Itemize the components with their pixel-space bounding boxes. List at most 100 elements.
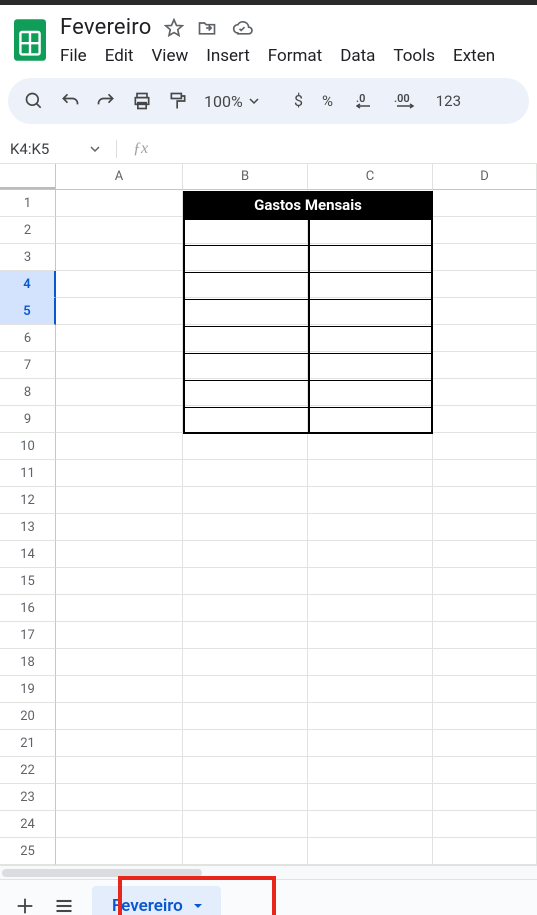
- cell[interactable]: [433, 649, 537, 676]
- cell[interactable]: [56, 514, 183, 541]
- cell[interactable]: [56, 757, 183, 784]
- cell[interactable]: [56, 730, 183, 757]
- cell[interactable]: [308, 622, 433, 649]
- row-header[interactable]: 4: [0, 271, 56, 298]
- col-header-D[interactable]: D: [433, 164, 537, 190]
- row-header[interactable]: 11: [0, 460, 56, 487]
- cell[interactable]: [56, 622, 183, 649]
- redo-icon[interactable]: [96, 91, 116, 111]
- cell[interactable]: [183, 298, 308, 325]
- cell[interactable]: [433, 406, 537, 433]
- move-folder-icon[interactable]: [196, 18, 218, 38]
- cell[interactable]: [56, 298, 183, 325]
- cell[interactable]: [433, 325, 537, 352]
- col-header-A[interactable]: A: [56, 164, 183, 190]
- cell[interactable]: [433, 190, 537, 217]
- cell[interactable]: [308, 757, 433, 784]
- cell[interactable]: [183, 730, 308, 757]
- cell[interactable]: [433, 568, 537, 595]
- cell[interactable]: [308, 271, 433, 298]
- cell[interactable]: [56, 460, 183, 487]
- cell[interactable]: [183, 406, 308, 433]
- cell[interactable]: [308, 838, 433, 865]
- cell[interactable]: [433, 811, 537, 838]
- cell[interactable]: [433, 433, 537, 460]
- cell[interactable]: [183, 325, 308, 352]
- cell[interactable]: [433, 379, 537, 406]
- cell[interactable]: [433, 676, 537, 703]
- cell[interactable]: [183, 487, 308, 514]
- cell[interactable]: [56, 325, 183, 352]
- menu-view[interactable]: View: [151, 46, 188, 66]
- cell[interactable]: [308, 703, 433, 730]
- menu-edit[interactable]: Edit: [105, 46, 134, 66]
- zoom-dropdown[interactable]: 100%: [204, 92, 259, 111]
- cell[interactable]: [308, 568, 433, 595]
- cell[interactable]: [308, 352, 433, 379]
- cell[interactable]: [183, 676, 308, 703]
- cell[interactable]: [56, 676, 183, 703]
- cell[interactable]: [433, 838, 537, 865]
- cell[interactable]: [433, 217, 537, 244]
- cloud-status-icon[interactable]: [230, 18, 254, 38]
- cell[interactable]: [433, 514, 537, 541]
- row-header[interactable]: 21: [0, 730, 56, 757]
- cell[interactable]: [308, 325, 433, 352]
- cell[interactable]: [56, 433, 183, 460]
- cell[interactable]: [56, 352, 183, 379]
- row-header[interactable]: 9: [0, 406, 56, 433]
- cell[interactable]: [56, 244, 183, 271]
- row-header[interactable]: 20: [0, 703, 56, 730]
- cell[interactable]: [183, 811, 308, 838]
- cell[interactable]: [183, 703, 308, 730]
- sheets-logo-icon[interactable]: [10, 13, 50, 67]
- cell[interactable]: [308, 406, 433, 433]
- add-sheet-icon[interactable]: [14, 895, 36, 915]
- format-percent-icon[interactable]: %: [322, 91, 340, 111]
- horizontal-scrollbar[interactable]: [0, 865, 537, 879]
- col-header-C[interactable]: C: [308, 164, 433, 190]
- cell[interactable]: [183, 541, 308, 568]
- merged-header-cell[interactable]: Gastos Mensais: [183, 191, 433, 218]
- cell[interactable]: [308, 676, 433, 703]
- format-123-button[interactable]: 123: [436, 92, 461, 110]
- cell[interactable]: [183, 568, 308, 595]
- format-currency-icon[interactable]: $: [292, 91, 306, 111]
- cell[interactable]: [308, 514, 433, 541]
- cell[interactable]: [433, 541, 537, 568]
- cell[interactable]: [183, 352, 308, 379]
- cell[interactable]: [308, 811, 433, 838]
- cell[interactable]: [56, 568, 183, 595]
- sheet-tab-caret-icon[interactable]: [193, 901, 203, 911]
- row-header[interactable]: 24: [0, 811, 56, 838]
- row-header[interactable]: 18: [0, 649, 56, 676]
- cell[interactable]: [183, 271, 308, 298]
- cell[interactable]: [308, 379, 433, 406]
- cell[interactable]: [183, 433, 308, 460]
- row-header[interactable]: 16: [0, 595, 56, 622]
- cell[interactable]: [433, 271, 537, 298]
- menu-file[interactable]: File: [60, 46, 87, 66]
- cell[interactable]: [433, 487, 537, 514]
- cell[interactable]: [56, 379, 183, 406]
- cell[interactable]: [183, 622, 308, 649]
- cell[interactable]: [56, 838, 183, 865]
- cell[interactable]: [183, 784, 308, 811]
- row-header[interactable]: 5: [0, 298, 56, 325]
- row-header[interactable]: 13: [0, 514, 56, 541]
- increase-decimal-icon[interactable]: .00: [394, 91, 420, 111]
- paint-format-icon[interactable]: [168, 91, 188, 111]
- row-header[interactable]: 25: [0, 838, 56, 865]
- row-header[interactable]: 23: [0, 784, 56, 811]
- cell[interactable]: [308, 541, 433, 568]
- cell[interactable]: [308, 784, 433, 811]
- cell[interactable]: [433, 595, 537, 622]
- cell[interactable]: [56, 784, 183, 811]
- row-header[interactable]: 17: [0, 622, 56, 649]
- cell[interactable]: [308, 298, 433, 325]
- cell[interactable]: [433, 244, 537, 271]
- cell[interactable]: [183, 460, 308, 487]
- cell[interactable]: [183, 757, 308, 784]
- sheet-tab-fevereiro[interactable]: Fevereiro: [92, 886, 221, 915]
- cell[interactable]: [433, 784, 537, 811]
